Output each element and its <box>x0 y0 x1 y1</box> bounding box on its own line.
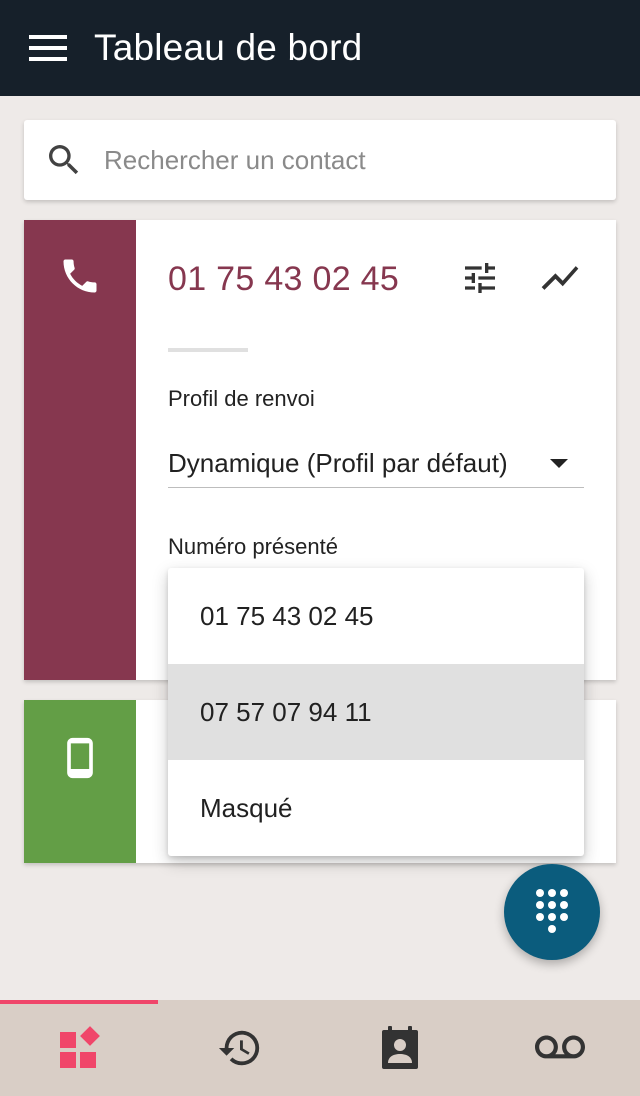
dialpad-icon <box>536 889 568 933</box>
nav-voicemail[interactable] <box>480 1000 640 1096</box>
forwarding-profile-value: Dynamique (Profil par défaut) <box>168 448 508 478</box>
nav-dashboard[interactable] <box>0 1000 160 1096</box>
line-phone-number: 01 75 43 02 45 <box>168 260 400 298</box>
dropdown-arrow-icon <box>550 459 568 468</box>
mobile-card-accent <box>24 700 136 863</box>
tune-icon <box>465 263 495 293</box>
line-card-accent <box>24 220 136 680</box>
bottom-navigation <box>0 1000 640 1096</box>
nav-contacts[interactable] <box>320 1000 480 1096</box>
voicemail-icon <box>535 1035 585 1059</box>
smartphone-icon <box>67 737 93 779</box>
statistics-button[interactable] <box>536 254 584 302</box>
nav-history[interactable] <box>160 1000 320 1096</box>
presented-number-menu: 01 75 43 02 45 07 57 07 94 11 Masqué <box>168 568 584 856</box>
search-icon[interactable] <box>24 120 104 200</box>
search-bar <box>24 120 616 200</box>
divider <box>168 348 248 352</box>
settings-button[interactable] <box>456 254 504 302</box>
menu-option[interactable]: Masqué <box>168 760 584 856</box>
forwarding-profile-label: Profil de renvoi <box>168 386 315 411</box>
phone-icon <box>63 259 97 293</box>
search-input[interactable] <box>104 130 584 190</box>
dashboard-icon <box>60 1026 100 1068</box>
menu-option[interactable]: 01 75 43 02 45 <box>168 568 584 664</box>
presented-number-label: Numéro présenté <box>168 534 338 559</box>
hamburger-menu-icon <box>29 35 67 61</box>
menu-button[interactable] <box>0 0 96 96</box>
forwarding-profile-select[interactable]: Dynamique (Profil par défaut) <box>168 440 584 488</box>
menu-option-highlighted[interactable]: 07 57 07 94 11 <box>168 664 584 760</box>
dialpad-button[interactable] <box>504 864 600 960</box>
app-bar: Tableau de bord <box>0 0 640 96</box>
contacts-icon <box>382 1026 418 1069</box>
history-icon <box>218 1030 260 1066</box>
trending-icon <box>541 266 579 290</box>
page-title: Tableau de bord <box>94 27 363 68</box>
